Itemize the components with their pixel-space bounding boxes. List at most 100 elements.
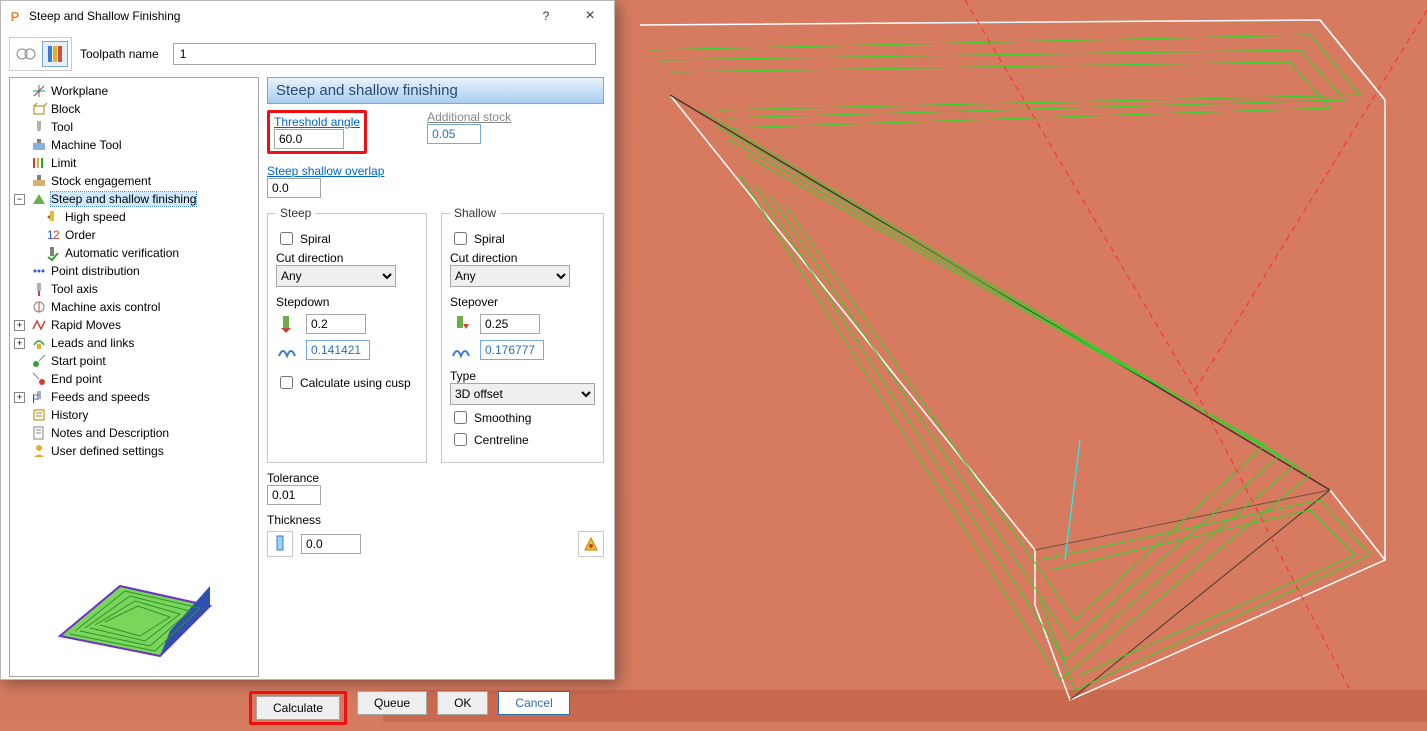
toolpath-name-label: Toolpath name: [80, 47, 159, 61]
nav-tree[interactable]: Workplane Block Tool Machine Tool Limit Stock…: [9, 77, 259, 677]
limit-icon: [31, 155, 47, 171]
tolerance-input[interactable]: [267, 485, 321, 505]
tree-item-leads-and-links[interactable]: + Leads and links: [14, 334, 256, 352]
svg-text:F: F: [32, 392, 39, 405]
steep-shallow-overlap-link[interactable]: Steep shallow overlap: [267, 164, 384, 178]
tree-item-tool[interactable]: Tool: [14, 118, 256, 136]
calc-using-cusp-checkbox[interactable]: Calculate using cusp: [276, 373, 418, 392]
tree-item-label: High speed: [65, 210, 126, 224]
strategy-icon-1[interactable]: [13, 41, 39, 67]
tree-item-point-distribution[interactable]: Point distribution: [14, 262, 256, 280]
tree-item-label: Stock engagement: [51, 174, 151, 188]
smoothing-checkbox[interactable]: Smoothing: [450, 408, 595, 427]
tree-item-history[interactable]: History: [14, 406, 256, 424]
tree-item-rapid-moves[interactable]: + Rapid Moves: [14, 316, 256, 334]
stepdown-icon: [276, 313, 298, 335]
toolpath-name-input[interactable]: [173, 43, 596, 65]
stockeng-icon: [31, 173, 47, 189]
strategy-icon-group: [9, 37, 72, 71]
tree-item-label: User defined settings: [51, 444, 164, 458]
rapid-icon: [31, 317, 47, 333]
steep-spiral-checkbox[interactable]: Spiral: [276, 229, 418, 248]
stepover-icon: [450, 313, 472, 335]
tree-item-notes-and-description[interactable]: Notes and Description: [14, 424, 256, 442]
cusp-icon: [450, 339, 472, 361]
tree-item-label: Rapid Moves: [51, 318, 121, 332]
tree-expand-icon[interactable]: +: [14, 338, 25, 349]
tree-item-feeds-and-speeds[interactable]: + F Feeds and speeds: [14, 388, 256, 406]
steep-shallow-dialog: P Steep and Shallow Finishing ? × Toolpa…: [0, 0, 615, 680]
cancel-button[interactable]: Cancel: [498, 691, 569, 715]
autoverify-icon: [45, 245, 61, 261]
shallow-spiral-checkbox[interactable]: Spiral: [450, 229, 595, 248]
tree-item-machine-tool[interactable]: Machine Tool: [14, 136, 256, 154]
tree-item-workplane[interactable]: Workplane: [14, 82, 256, 100]
close-button[interactable]: ×: [568, 2, 612, 30]
tree-item-block[interactable]: Block: [14, 100, 256, 118]
tree-item-stock-engagement[interactable]: Stock engagement: [14, 172, 256, 190]
tree-item-machine-axis-control[interactable]: Machine axis control: [14, 298, 256, 316]
ok-button[interactable]: OK: [437, 691, 488, 715]
panel-title: Steep and shallow finishing: [267, 77, 604, 104]
thickness-mode-icon[interactable]: [267, 531, 293, 557]
threshold-highlight: Threshold angle: [267, 110, 367, 154]
tree-item-label: End point: [51, 372, 102, 386]
threshold-angle-input[interactable]: [274, 129, 344, 149]
tree-item-label: Notes and Description: [51, 426, 169, 440]
machineaxis-icon: [31, 299, 47, 315]
tree-item-order[interactable]: 12Order: [28, 226, 256, 244]
tree-item-high-speed[interactable]: High speed: [28, 208, 256, 226]
tree-item-label: Tool: [51, 120, 73, 134]
block-icon: [31, 101, 47, 117]
additional-stock-input: [427, 124, 481, 144]
endpt-icon: [31, 371, 47, 387]
userdef-icon: [31, 443, 47, 459]
steep-stepdown-input[interactable]: [306, 314, 366, 334]
overlap-input[interactable]: [267, 178, 321, 198]
svg-text:2: 2: [53, 228, 60, 242]
steep-group: Steep Spiral Cut direction Any Stepdown …: [267, 206, 427, 463]
tree-item-label: Feeds and speeds: [51, 390, 150, 404]
notes-icon: [31, 425, 47, 441]
tree-item-limit[interactable]: Limit: [14, 154, 256, 172]
steep-cusp-input: [306, 340, 370, 360]
tree-item-start-point[interactable]: Start point: [14, 352, 256, 370]
dialog-title: Steep and Shallow Finishing: [29, 9, 524, 23]
tree-item-label: Machine Tool: [51, 138, 122, 152]
tree-expand-icon[interactable]: −: [14, 194, 25, 205]
dialog-buttons: Calculate Queue OK Cancel: [249, 681, 614, 731]
steep-cutdir-select[interactable]: Any: [276, 265, 396, 287]
tree-item-label: Workplane: [51, 84, 108, 98]
tree-item-label: Leads and links: [51, 336, 134, 350]
workplane-icon: [31, 83, 47, 99]
strategy-preview-image: [40, 536, 220, 666]
tree-item-user-defined-settings[interactable]: User defined settings: [14, 442, 256, 460]
tree-item-automatic-verification[interactable]: Automatic verification: [28, 244, 256, 262]
app-icon: P: [7, 8, 23, 24]
help-button[interactable]: ?: [524, 2, 568, 30]
thickness-input[interactable]: [301, 534, 361, 554]
tree-item-steep-and-shallow-finishing[interactable]: −Steep and shallow finishing: [14, 190, 256, 208]
titlebar[interactable]: P Steep and Shallow Finishing ? ×: [1, 1, 614, 31]
highspeed-icon: [45, 209, 61, 225]
shallow-type-select[interactable]: 3D offset: [450, 383, 595, 405]
queue-button[interactable]: Queue: [357, 691, 427, 715]
strategy-icon-2[interactable]: [42, 41, 68, 67]
additional-stock-link[interactable]: Additional stock: [427, 110, 511, 124]
tree-item-tool-axis[interactable]: Tool axis: [14, 280, 256, 298]
tree-expand-icon[interactable]: +: [14, 320, 25, 331]
tree-item-label: Point distribution: [51, 264, 140, 278]
centreline-checkbox[interactable]: Centreline: [450, 430, 595, 449]
tree-expand-icon[interactable]: +: [14, 392, 25, 403]
tree-item-label: Start point: [51, 354, 106, 368]
tree-item-end-point[interactable]: End point: [14, 370, 256, 388]
shallow-stepover-input[interactable]: [480, 314, 540, 334]
tree-item-label: History: [51, 408, 88, 422]
cusp-icon: [276, 339, 298, 361]
calculate-highlight: Calculate: [249, 691, 347, 725]
threshold-angle-link[interactable]: Threshold angle: [274, 115, 360, 129]
thickness-components-icon[interactable]: [578, 531, 604, 557]
calculate-button[interactable]: Calculate: [256, 696, 340, 720]
shallow-cutdir-select[interactable]: Any: [450, 265, 570, 287]
steepshallow-icon: [31, 191, 47, 207]
